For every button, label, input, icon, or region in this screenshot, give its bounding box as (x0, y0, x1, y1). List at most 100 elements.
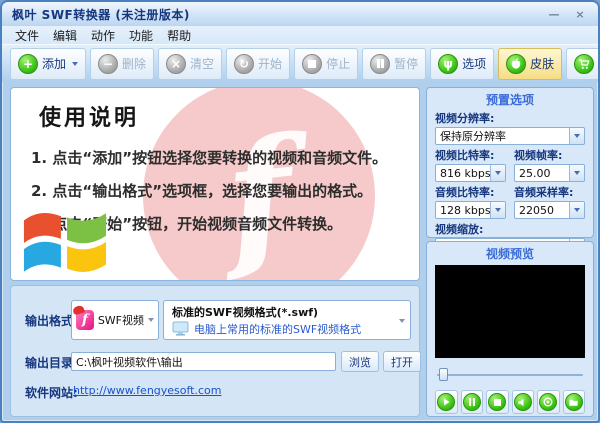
preview-seek-slider[interactable] (437, 368, 583, 381)
pause-label: 暂停 (394, 57, 419, 71)
stop-icon (488, 393, 507, 411)
stop-button[interactable] (486, 390, 509, 414)
add-icon: + (18, 53, 38, 74)
skin-apple-icon (506, 53, 527, 74)
title-bar: 枫叶 SWF转换器 (未注册版本) — × (2, 2, 598, 26)
chevron-down-icon (399, 319, 405, 323)
video-bitrate-value: 816 kbps (440, 166, 490, 180)
buy-cart-icon (574, 53, 595, 74)
clear-icon: × (166, 53, 187, 74)
video-resolution-value: 保持原分辨率 (440, 130, 506, 143)
app-window: 枫叶 SWF转换器 (未注册版本) — × 文件 编辑 动作 功能 帮助 + 添… (0, 0, 600, 423)
browse-button[interactable]: 浏览 (341, 351, 379, 372)
stop-button[interactable]: 停止 (294, 47, 359, 80)
options-label: 选项 (462, 57, 487, 71)
remove-icon: − (98, 53, 119, 74)
toolbar: + 添加 − 删除 × 清空 ↻ 开始 停止 暂停 ψ 选项 皮肤 (2, 44, 598, 82)
stop-label: 停止 (326, 57, 351, 71)
open-button[interactable]: 打开 (383, 351, 421, 372)
chevron-down-icon (490, 202, 505, 218)
video-bitrate-label: 视频比特率: (435, 149, 495, 162)
video-resolution-label: 视频分辨率: (435, 112, 495, 125)
output-format-select[interactable]: f SWF视频 (71, 300, 159, 340)
preset-panel-title: 预置选项 (485, 93, 534, 107)
video-bitrate-select[interactable]: 816 kbps (435, 164, 506, 182)
pause-button[interactable] (460, 390, 483, 414)
chevron-down-icon (569, 165, 584, 181)
skin-label: 皮肤 (530, 57, 555, 71)
options-icon: ψ (438, 53, 459, 74)
instructions-panel: f 使用说明 1. 点击“添加”按钮选择您要转换的视频和音频文件。 2. 点击“… (10, 87, 420, 281)
menu-edit[interactable]: 编辑 (46, 27, 84, 44)
audio-samplerate-select[interactable]: 22050 (514, 201, 585, 219)
slider-track (437, 374, 583, 376)
website-link[interactable]: http://www.fengyesoft.com (73, 384, 222, 397)
pause-button[interactable]: 暂停 (362, 47, 427, 80)
options-button[interactable]: ψ 选项 (430, 47, 495, 80)
menu-help[interactable]: 帮助 (160, 27, 198, 44)
window-title: 枫叶 SWF转换器 (未注册版本) (12, 7, 190, 22)
audio-bitrate-label: 音频比特率: (435, 186, 495, 199)
volume-button[interactable] (511, 390, 534, 414)
preview-controls (427, 381, 593, 414)
chevron-down-icon (569, 128, 584, 144)
audio-samplerate-label: 音频采样率: (514, 186, 574, 199)
chevron-down-icon (569, 202, 584, 218)
slider-thumb[interactable] (439, 368, 448, 381)
video-framerate-label: 视频帧率: (514, 149, 563, 162)
video-preview-panel: 视频预览 (426, 241, 594, 417)
chevron-down-icon (148, 318, 154, 322)
format-desc-title: 标准的SWF视频格式(*.swf) (172, 306, 319, 319)
video-resolution-select[interactable]: 保持原分辨率 (435, 127, 585, 145)
buy-button[interactable]: 购买 (566, 47, 598, 80)
close-button[interactable]: × (572, 8, 588, 21)
audio-bitrate-select[interactable]: 128 kbps (435, 201, 506, 219)
delete-button[interactable]: − 删除 (90, 47, 155, 80)
audio-samplerate-value: 22050 (519, 203, 554, 217)
start-button[interactable]: ↻ 开始 (226, 47, 291, 80)
video-framerate-value: 25.00 (519, 166, 551, 180)
delete-label: 删除 (122, 57, 147, 71)
website-label: 软件网站: (25, 386, 78, 400)
pause-icon (370, 53, 391, 74)
record-button[interactable] (537, 390, 560, 414)
menu-function[interactable]: 功能 (122, 27, 160, 44)
output-dir-input[interactable] (71, 352, 336, 371)
video-preview-screen (435, 265, 585, 358)
preview-panel-title: 视频预览 (485, 247, 534, 261)
windows-logo (23, 213, 107, 272)
instruction-step-1: 1. 点击“添加”按钮选择您要转换的视频和音频文件。 (31, 149, 388, 167)
skin-button[interactable]: 皮肤 (498, 47, 563, 80)
start-icon: ↻ (234, 53, 255, 74)
instructions-title: 使用说明 (39, 106, 140, 131)
add-button[interactable]: + 添加 (10, 47, 87, 80)
record-icon (539, 393, 558, 411)
minimize-button[interactable]: — (546, 8, 562, 21)
start-label: 开始 (258, 57, 283, 71)
monitor-icon (172, 321, 189, 336)
clear-button[interactable]: × 清空 (158, 47, 223, 80)
clear-label: 清空 (190, 57, 215, 71)
output-dir-label: 输出目录: (25, 356, 78, 370)
output-format-label: 输出格式: (25, 314, 78, 328)
open-file-button[interactable] (562, 390, 585, 414)
chevron-down-icon (490, 165, 505, 181)
menu-file[interactable]: 文件 (8, 27, 46, 44)
chevron-down-icon (72, 61, 79, 66)
video-framerate-select[interactable]: 25.00 (514, 164, 585, 182)
output-format-value: SWF视频 (97, 314, 144, 327)
format-desc-sub: 电脑上常用的标准的SWF视频格式 (194, 323, 362, 336)
volume-icon (513, 393, 532, 411)
output-format-detail-select[interactable]: 标准的SWF视频格式(*.swf) 电脑上常用的标准的SWF视频格式 (163, 300, 411, 340)
video-scale-label: 视频缩放: (435, 223, 484, 236)
swf-flash-icon: f (72, 304, 94, 330)
audio-bitrate-value: 128 kbps (440, 203, 490, 217)
pause-icon (462, 393, 481, 411)
play-icon (437, 393, 456, 411)
output-panel: 输出格式: f SWF视频 标准的SWF视频格式(*.swf) 电脑上常用的标准… (10, 285, 421, 417)
preset-options-panel: 预置选项 视频分辨率: 保持原分辨率 视频比特率: 视频帧率: 816 kbps… (426, 87, 594, 256)
santa-hat-icon (72, 304, 85, 316)
menu-action[interactable]: 动作 (84, 27, 122, 44)
play-button[interactable] (435, 390, 458, 414)
add-label: 添加 (42, 57, 67, 71)
